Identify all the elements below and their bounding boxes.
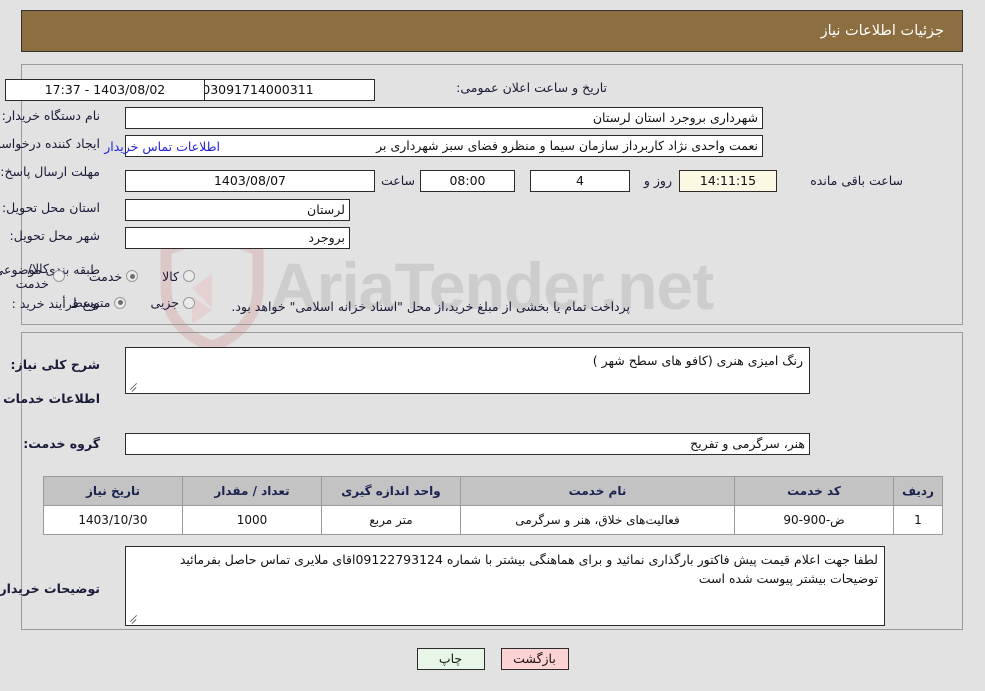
table-header-row: ردیف کد خدمت نام خدمت واحد اندازه گیری ت…: [43, 476, 943, 506]
cell-need-date: 1403/10/30: [43, 505, 183, 535]
requester-label: ایجاد کننده درخواست:: [0, 136, 100, 151]
process-note: پرداخت تمام یا بخشی از مبلغ خرید،از محل …: [231, 299, 630, 314]
deadline-date-value[interactable]: 1403/08/07: [125, 170, 375, 192]
radio-icon-kala[interactable]: [183, 270, 195, 282]
city-row: شهر محل تحویل:: [10, 228, 100, 243]
radio-icon-kala-khedmat[interactable]: [52, 270, 65, 282]
print-button[interactable]: چاپ: [416, 648, 485, 670]
deadline-time-label: ساعت: [380, 173, 415, 188]
table-row: 1 ض-900-90 فعالیت‌های خلاق، هنر و سرگرمی…: [43, 505, 943, 535]
cell-row-no: 1: [893, 505, 943, 535]
category-option-kala[interactable]: کالا: [162, 269, 195, 284]
col-unit: واحد اندازه گیری: [321, 476, 461, 506]
general-desc-textarea[interactable]: رنگ امیزی هنری (کافو های سطح شهر ): [125, 347, 810, 394]
city-label: شهر محل تحویل:: [9, 228, 100, 243]
category-option-khedmat[interactable]: خدمت: [88, 268, 139, 284]
category-option-kala-khedmat[interactable]: کالا/خدمت: [16, 261, 65, 291]
category-option-kala-khedmat-label: کالا/خدمت: [15, 261, 49, 291]
radio-icon-jozei[interactable]: [183, 296, 195, 309]
city-value[interactable]: بروجرد: [125, 227, 350, 249]
buyer-notes-value: لطفا جهت اعلام قیمت پیش فاکتور بارگذاری …: [179, 552, 878, 586]
cell-service-name: فعالیت‌های خلاق، هنر و سرگرمی: [460, 505, 735, 535]
category-option-khedmat-label: خدمت: [88, 268, 123, 284]
page-root: AriaTender.net جزئیات اطلاعات نیاز شماره…: [0, 0, 985, 691]
resize-grip-icon[interactable]: [129, 381, 139, 391]
services-table: ردیف کد خدمت نام خدمت واحد اندازه گیری ت…: [43, 476, 943, 535]
deadline-days-suffix: روز و: [643, 173, 672, 188]
process-radio-group[interactable]: جزیی متوسط: [53, 295, 195, 310]
requester-value[interactable]: نعمت واحدی نژاد کاربرداز سازمان سیما و م…: [125, 135, 763, 157]
resize-grip-icon-notes[interactable]: [129, 613, 139, 623]
buyer-contact-link[interactable]: اطلاعات تماس خریدار: [104, 139, 220, 154]
action-button-row: بازگشت چاپ: [0, 648, 985, 670]
cell-unit: متر مربع: [321, 505, 461, 535]
back-button[interactable]: بازگشت: [500, 648, 569, 670]
service-group-label: گروه خدمت:: [23, 436, 100, 451]
cell-quantity: 1000: [182, 505, 322, 535]
process-option-motevaset[interactable]: متوسط: [71, 295, 127, 310]
col-quantity: تعداد / مقدار: [182, 476, 322, 506]
deadline-label-line1: مهلت ارسال پاسخ: تا تاریخ:: [0, 164, 100, 179]
cell-service-code: ض-900-90: [734, 505, 894, 535]
radio-icon-khedmat[interactable]: [126, 270, 139, 282]
province-value[interactable]: لرستان: [125, 199, 350, 221]
buyer-org-value[interactable]: شهرداری بروجرد استان لرستان: [125, 107, 763, 129]
deadline-days-value[interactable]: 4: [530, 170, 630, 192]
buyer-notes-label: توضیحات خریدار:: [0, 581, 100, 596]
general-desc-value: رنگ امیزی هنری (کافو های سطح شهر ): [592, 353, 803, 368]
deadline-time-value[interactable]: 08:00: [420, 170, 515, 192]
announce-date-value[interactable]: 1403/08/02 - 17:37: [5, 79, 205, 101]
process-option-jozei-label: جزیی: [150, 295, 179, 310]
process-option-jozei[interactable]: جزیی: [150, 295, 195, 310]
deadline-countdown-suffix: ساعت باقی مانده: [810, 173, 903, 188]
category-radio-group[interactable]: کالا خدمت کالا/خدمت: [0, 261, 195, 291]
buyer-org-label: نام دستگاه خریدار:: [1, 108, 100, 123]
general-desc-label: شرح کلی نیاز:: [10, 357, 100, 372]
page-header-bar: جزئیات اطلاعات نیاز: [21, 10, 963, 52]
buyer-org-row: نام دستگاه خریدار:: [2, 108, 100, 123]
services-section-title: اطلاعات خدمات مورد نیاز: [0, 391, 100, 406]
announce-date-label: تاریخ و ساعت اعلان عمومی:: [456, 80, 607, 95]
province-label: استان محل تحویل:: [1, 200, 100, 215]
deadline-row: مهلت ارسال پاسخ: تا تاریخ:: [0, 164, 100, 179]
category-option-kala-label: کالا: [162, 268, 179, 284]
col-service-code: کد خدمت: [734, 476, 894, 506]
requester-row: ایجاد کننده درخواست:: [0, 136, 100, 151]
deadline-countdown-value: 14:11:15: [679, 170, 777, 192]
announce-date-row: تاریخ و ساعت اعلان عمومی:: [456, 80, 607, 95]
buyer-notes-textarea[interactable]: لطفا جهت اعلام قیمت پیش فاکتور بارگذاری …: [125, 546, 885, 626]
province-row: استان محل تحویل:: [2, 200, 100, 215]
col-service-name: نام خدمت: [460, 476, 735, 506]
page-title: جزئیات اطلاعات نیاز: [820, 23, 944, 39]
col-need-date: تاریخ نیاز: [43, 476, 183, 506]
radio-icon-motevaset[interactable]: [114, 296, 127, 309]
service-group-value[interactable]: هنر، سرگرمی و تفریح: [125, 433, 810, 455]
col-row-no: ردیف: [893, 476, 943, 506]
process-option-motevaset-label: متوسط: [71, 295, 111, 310]
